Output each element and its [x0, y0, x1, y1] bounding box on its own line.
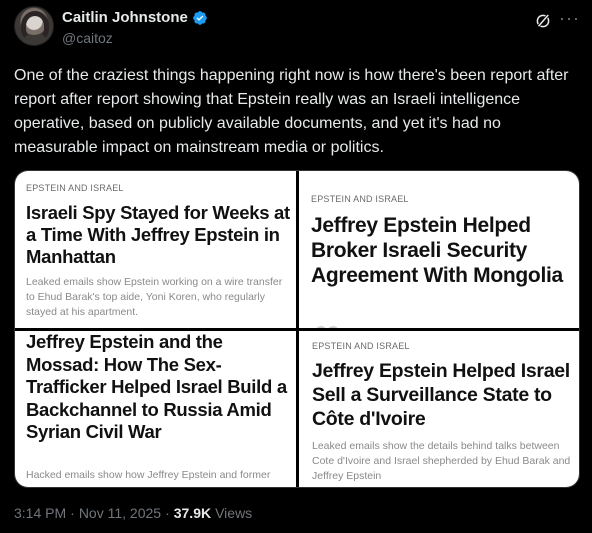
panel-dek: Hacked emails show how Jeffrey Epstein a… — [26, 469, 271, 481]
panel-kicker: EPSTEIN AND ISRAEL — [26, 183, 124, 193]
panel-dek: Leaked emails show the details behind ta… — [312, 440, 571, 482]
panel-headline: Jeffrey Epstein Helped Broker Israeli Se… — [311, 214, 563, 287]
grok-icon[interactable] — [534, 12, 552, 30]
tweet-media-grid[interactable]: EPSTEIN AND ISRAEL Israeli Spy Stayed fo… — [14, 170, 580, 488]
panel-dek: Leaked emails show Epstein working on a … — [26, 276, 283, 318]
media-panel-1[interactable]: EPSTEIN AND ISRAEL Israeli Spy Stayed fo… — [15, 171, 296, 328]
panel-headline: Jeffrey Epstein Helped Israel Sell a Sur… — [312, 360, 570, 430]
tweet-time[interactable]: 3:14 PM — [14, 505, 66, 521]
media-panel-3[interactable]: Jeffrey Epstein and the Mossad: How The … — [15, 331, 296, 487]
tweet-date[interactable]: Nov 11, 2025 — [79, 505, 161, 521]
views-count: 37.9K — [173, 505, 212, 521]
tweet-footer: 3:14 PM · Nov 11, 2025 · 37.9K Views — [14, 505, 252, 521]
author-name[interactable]: Caitlin Johnstone — [62, 9, 188, 26]
media-panel-4[interactable]: EPSTEIN AND ISRAEL Jeffrey Epstein Helpe… — [299, 331, 579, 487]
author-handle[interactable]: @caitoz — [62, 30, 113, 46]
panel-headline: Jeffrey Epstein and the Mossad: How The … — [26, 331, 287, 442]
panel-kicker: EPSTEIN AND ISRAEL — [312, 341, 410, 351]
separator: · — [165, 505, 170, 521]
panel-headline: Israeli Spy Stayed for Weeks at a Time W… — [26, 202, 290, 267]
author-avatars — [313, 324, 353, 328]
views-label: Views — [215, 505, 253, 521]
tweet-header: Caitlin Johnstone @caitoz ··· — [14, 6, 580, 50]
more-icon[interactable]: ··· — [559, 8, 580, 29]
author-name-row: Caitlin Johnstone — [62, 9, 208, 26]
separator: · — [70, 505, 75, 521]
tweet-text: One of the craziest things happening rig… — [14, 67, 569, 156]
verified-badge-icon — [193, 10, 207, 25]
avatar[interactable] — [14, 6, 54, 46]
media-panel-2[interactable]: EPSTEIN AND ISRAEL Jeffrey Epstein Helpe… — [299, 171, 579, 328]
panel-kicker: EPSTEIN AND ISRAEL — [311, 194, 409, 204]
